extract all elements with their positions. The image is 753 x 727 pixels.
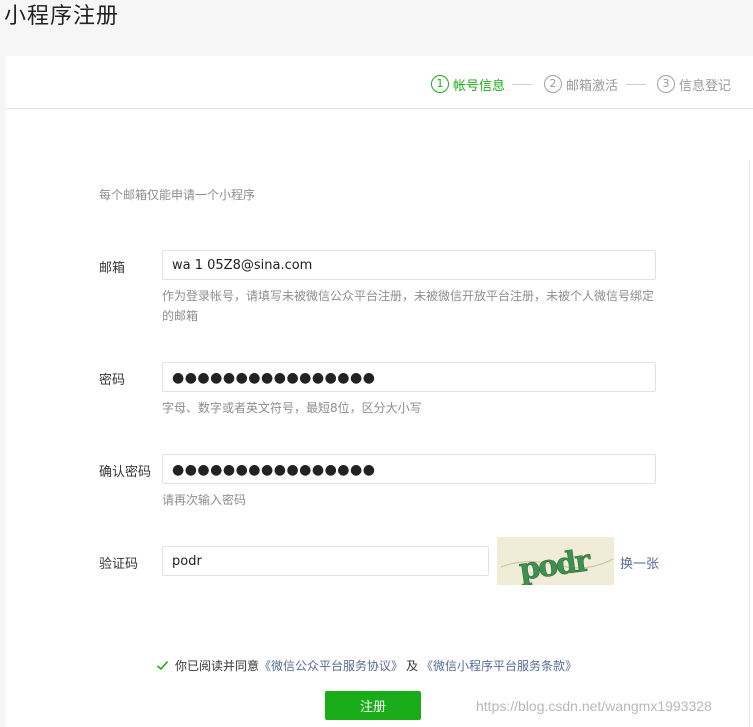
email-help: 作为登录帐号，请填写未被微信公众平台注册，未被微信开放平台注册，未被个人微信号绑… xyxy=(162,289,655,323)
form-tip: 每个邮箱仅能申请一个小程序 xyxy=(99,188,256,202)
register-button[interactable]: 注册 xyxy=(325,691,421,720)
step-label: 信息登记 xyxy=(679,78,732,94)
step-label: 帐号信息 xyxy=(453,78,506,94)
password-help: 字母、数字或者英文符号，最短8位，区分大小写 xyxy=(162,401,422,415)
agreement-checkbox[interactable] xyxy=(156,659,169,672)
agreement-row: 你已阅读并同意 《微信公众平台服务协议》 及 《微信小程序平台服务条款》 xyxy=(156,657,577,674)
watermark: https://blog.csdn.net/wangmx1993328 xyxy=(476,698,712,714)
password-field[interactable]: ●●●●●●●●●●●●●●●● xyxy=(162,362,656,392)
confirm-password-label: 确认密码 xyxy=(99,465,152,480)
service-agreement-link[interactable]: 《微信公众平台服务协议》 xyxy=(259,657,403,674)
step-label: 邮箱激活 xyxy=(566,78,619,94)
page-title: 小程序注册 xyxy=(4,4,120,29)
captcha-image[interactable]: podr xyxy=(497,537,614,585)
divider xyxy=(749,160,750,727)
agreement-conjunction: 及 xyxy=(406,659,419,673)
agreement-text: 你已阅读并同意 xyxy=(175,659,260,673)
password-label: 密码 xyxy=(99,373,126,388)
step-indicator: 1 帐号信息 2 邮箱激活 3 信息登记 xyxy=(6,56,753,109)
registration-card: 1 帐号信息 2 邮箱激活 3 信息登记 每个邮箱仅能申请一个小程序 邮箱 wa… xyxy=(6,56,753,727)
step-divider xyxy=(512,84,532,85)
step-info-registration: 3 信息登记 xyxy=(657,74,731,94)
refresh-captcha-link[interactable]: 换一张 xyxy=(620,553,659,572)
mini-program-terms-link[interactable]: 《微信小程序平台服务条款》 xyxy=(421,657,577,674)
captcha-field[interactable]: podr xyxy=(162,546,489,576)
step-number: 2 xyxy=(544,75,562,93)
step-account-info: 1 帐号信息 xyxy=(431,74,505,94)
email-field[interactable]: wa 1 05Z8@sina.com xyxy=(162,250,656,280)
check-icon xyxy=(156,660,169,671)
step-number: 3 xyxy=(657,75,675,93)
confirm-password-help: 请再次输入密码 xyxy=(162,493,247,507)
step-divider xyxy=(626,84,646,85)
step-number: 1 xyxy=(431,75,449,93)
confirm-password-field[interactable]: ●●●●●●●●●●●●●●●● xyxy=(162,454,656,484)
step-email-activation: 2 邮箱激活 xyxy=(544,74,618,94)
email-label: 邮箱 xyxy=(99,261,126,276)
captcha-svg: podr xyxy=(497,537,614,585)
captcha-label: 验证码 xyxy=(99,557,139,572)
